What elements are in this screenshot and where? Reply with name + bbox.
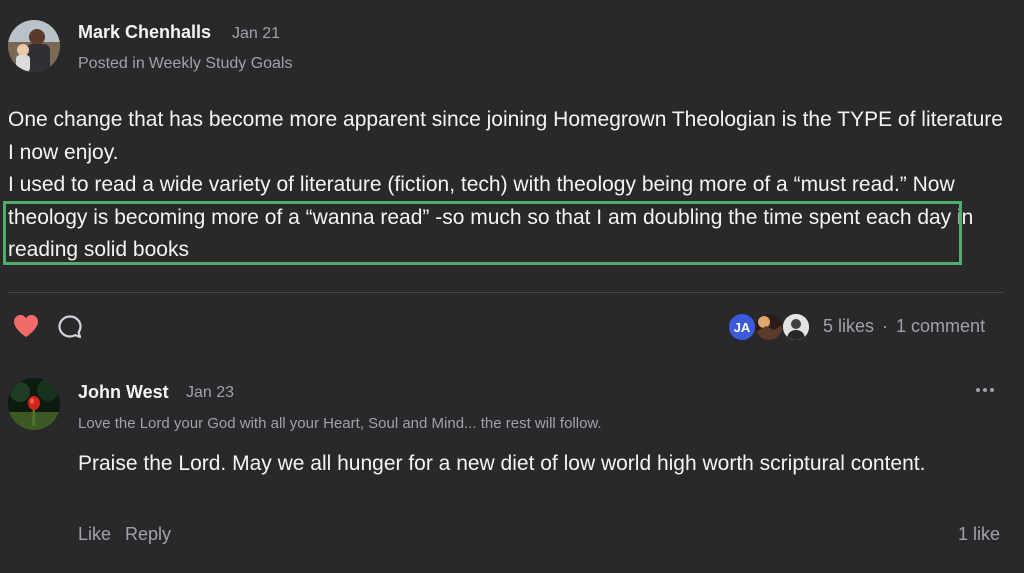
- comments-count[interactable]: 1 comment: [896, 316, 985, 336]
- comment-like-button[interactable]: Like: [78, 524, 111, 545]
- comment-author-bio: Love the Lord your God with all your Hea…: [78, 415, 602, 432]
- community-post-page: Mark Chenhalls Jan 21 Posted in Weekly St…: [0, 0, 1024, 573]
- post-paragraph: One change that has become more apparent…: [8, 108, 1003, 164]
- post-category-link[interactable]: Weekly Study Goals: [149, 55, 293, 72]
- post-author-name[interactable]: Mark Chenhalls: [78, 22, 211, 43]
- comment-author-name[interactable]: John West: [78, 382, 169, 403]
- more-horizontal-icon[interactable]: [972, 380, 998, 400]
- liker-avatar: [782, 313, 810, 341]
- post-body: One change that has become more apparent…: [8, 104, 1008, 267]
- post-stats: 5 likes · 1 comment: [823, 316, 985, 337]
- post-category-line: Posted in Weekly Study Goals: [78, 55, 292, 73]
- comment-likes-count[interactable]: 1 like: [958, 524, 1000, 545]
- comment-author-avatar[interactable]: [8, 378, 60, 430]
- divider: [8, 292, 1003, 293]
- post-author-avatar[interactable]: [8, 20, 60, 72]
- likes-count[interactable]: 5 likes: [823, 316, 874, 336]
- comment-reply-button[interactable]: Reply: [125, 524, 171, 545]
- post-date: Jan 21: [232, 25, 281, 42]
- stats-separator: ·: [882, 316, 889, 336]
- liker-avatar: [755, 313, 783, 341]
- heart-icon[interactable]: [13, 314, 39, 338]
- liker-avatar: JA: [728, 313, 756, 341]
- likers-avatar-stack[interactable]: JA: [728, 313, 812, 341]
- speech-bubble-icon[interactable]: [57, 314, 83, 340]
- comment-text: Praise the Lord. May we all hunger for a…: [78, 452, 926, 475]
- posted-in-label: Posted in: [78, 55, 145, 72]
- post-paragraph: I used to read a wide variety of literat…: [8, 173, 974, 261]
- comment-date: Jan 23: [186, 384, 235, 401]
